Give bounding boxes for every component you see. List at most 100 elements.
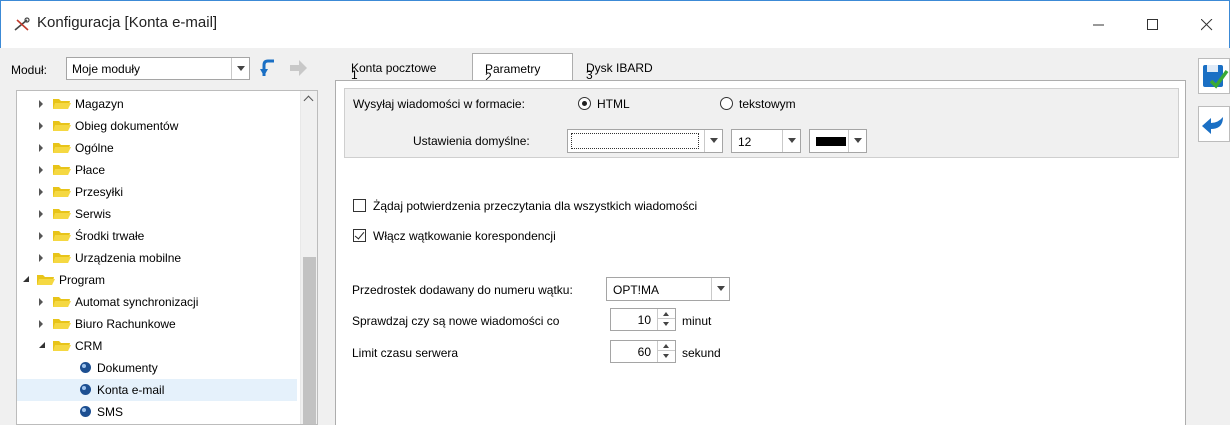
timeout-value: 60 bbox=[637, 345, 651, 359]
tree-expand-icon[interactable] bbox=[39, 254, 43, 262]
tab-label: Parametry bbox=[485, 62, 541, 76]
tree-item[interactable]: SMS bbox=[17, 401, 297, 423]
defaults-label: Ustawienia domyślne: bbox=[413, 134, 530, 148]
tab-label: Dysk IBARD bbox=[586, 61, 653, 75]
forward-button[interactable] bbox=[286, 56, 310, 80]
folder-icon bbox=[53, 297, 71, 307]
format-html-radio[interactable] bbox=[578, 97, 591, 110]
scroll-up-icon[interactable] bbox=[301, 91, 317, 108]
stepper-up-icon[interactable] bbox=[658, 341, 675, 351]
tree-item-label: Dokumenty bbox=[97, 361, 158, 375]
tree-item[interactable]: Środki trwałe bbox=[17, 225, 297, 247]
close-icon bbox=[1201, 19, 1213, 31]
tab-parametry[interactable]: 2 Parametry bbox=[472, 53, 573, 84]
tab-konta-pocztowe[interactable]: 1 Konta pocztowe bbox=[346, 54, 464, 82]
scroll-thumb[interactable] bbox=[303, 257, 316, 424]
timeout-stepper[interactable]: 60 bbox=[610, 340, 676, 363]
tree-item-label: Program bbox=[59, 273, 106, 287]
minimize-button[interactable] bbox=[1077, 9, 1123, 41]
check-interval-value: 10 bbox=[637, 313, 651, 327]
module-select[interactable]: Moje moduły bbox=[66, 57, 250, 80]
tree-item[interactable]: Automat synchronizacji bbox=[17, 291, 297, 313]
folder-icon bbox=[53, 187, 71, 197]
tree-item[interactable]: Magazyn bbox=[17, 93, 297, 115]
tree-collapse-icon[interactable] bbox=[39, 342, 45, 348]
tree-item-label: Płace bbox=[75, 163, 106, 177]
maximize-button[interactable] bbox=[1131, 9, 1177, 41]
tree-scrollbar[interactable] bbox=[300, 91, 317, 424]
format-text-label[interactable]: tekstowym bbox=[739, 97, 796, 111]
chevron-down-icon[interactable] bbox=[231, 58, 249, 79]
read-receipt-label[interactable]: Żądaj potwierdzenia przeczytania dla wsz… bbox=[373, 199, 697, 213]
folder-icon bbox=[53, 253, 71, 263]
maximize-icon bbox=[1147, 19, 1158, 30]
tree-item[interactable]: Ogólne bbox=[17, 137, 297, 159]
font-size-value: 12 bbox=[738, 135, 752, 149]
parameters-panel: Wysyłaj wiadomości w formacie: HTML teks… bbox=[335, 80, 1186, 425]
save-disk-icon bbox=[1203, 65, 1229, 89]
chevron-down-icon[interactable] bbox=[704, 130, 722, 152]
tree-item[interactable]: Urządzenia mobilne bbox=[17, 247, 297, 269]
threading-label[interactable]: Włącz wątkowanie korespondencji bbox=[373, 229, 556, 243]
chevron-down-icon[interactable] bbox=[711, 278, 729, 300]
save-button[interactable] bbox=[1198, 58, 1230, 94]
refresh-button[interactable] bbox=[256, 56, 280, 80]
arrow-right-icon bbox=[290, 60, 307, 76]
font-name-field[interactable] bbox=[571, 133, 699, 149]
tree-item[interactable]: Biuro Rachunkowe bbox=[17, 313, 297, 335]
folder-icon bbox=[53, 165, 71, 175]
format-label: Wysyłaj wiadomości w formacie: bbox=[353, 97, 525, 111]
tree-item[interactable]: Obieg dokumentów bbox=[17, 115, 297, 137]
folder-icon bbox=[53, 319, 71, 329]
curved-arrow-icon bbox=[260, 59, 274, 76]
check-interval-stepper[interactable]: 10 bbox=[610, 308, 676, 331]
tree-item[interactable]: CRM bbox=[17, 335, 297, 357]
tree-expand-icon[interactable] bbox=[39, 122, 43, 130]
undo-button[interactable] bbox=[1198, 106, 1230, 142]
check-interval-label: Sprawdzaj czy są nowe wiadomości co bbox=[352, 314, 560, 328]
close-button[interactable] bbox=[1185, 9, 1230, 41]
settings-area: 1 Konta pocztowe 2 Parametry 3 Dysk IBAR… bbox=[332, 48, 1230, 425]
font-size-select[interactable]: 12 bbox=[731, 129, 801, 153]
tree-item[interactable]: Serwis bbox=[17, 203, 297, 225]
tab-label: Konta pocztowe bbox=[351, 61, 437, 75]
color-swatch bbox=[816, 137, 846, 146]
tree-item[interactable]: Konta e-mail bbox=[17, 379, 297, 401]
threading-checkbox[interactable] bbox=[353, 229, 366, 242]
tree-expand-icon[interactable] bbox=[39, 232, 43, 240]
tree-expand-icon[interactable] bbox=[39, 166, 43, 174]
tree-item-label: Biuro Rachunkowe bbox=[75, 317, 176, 331]
check-interval-unit: minut bbox=[682, 314, 712, 328]
format-text-radio[interactable] bbox=[720, 97, 733, 110]
stepper-down-icon[interactable] bbox=[658, 351, 675, 361]
folder-icon bbox=[53, 143, 71, 153]
tree-expand-icon[interactable] bbox=[39, 144, 43, 152]
module-label: Moduł: bbox=[11, 63, 48, 77]
format-html-label[interactable]: HTML bbox=[597, 97, 630, 111]
tree-expand-icon[interactable] bbox=[39, 210, 43, 218]
tree-expand-icon[interactable] bbox=[39, 188, 43, 196]
tree-item[interactable]: Przesyłki bbox=[17, 181, 297, 203]
tree-collapse-icon[interactable] bbox=[23, 276, 29, 282]
font-select[interactable] bbox=[567, 129, 723, 153]
read-receipt-checkbox[interactable] bbox=[353, 199, 366, 212]
font-color-select[interactable] bbox=[809, 129, 867, 153]
prefix-select[interactable]: OPT!MA bbox=[606, 277, 730, 301]
stepper-down-icon[interactable] bbox=[658, 319, 675, 329]
tree-expand-icon[interactable] bbox=[39, 100, 43, 108]
tree-item[interactable]: Program bbox=[17, 269, 297, 291]
stepper-up-icon[interactable] bbox=[658, 309, 675, 319]
tree-item-label: SMS bbox=[97, 405, 124, 419]
tab-dysk-ibard[interactable]: 3 Dysk IBARD bbox=[580, 54, 676, 82]
stepper-buttons[interactable] bbox=[657, 341, 675, 362]
tree-expand-icon[interactable] bbox=[39, 298, 43, 306]
settings-icon bbox=[80, 384, 91, 395]
chevron-down-icon[interactable] bbox=[848, 130, 866, 152]
module-tree[interactable]: Magazyn Obieg dokumentów Ogólne Płace Przesy… bbox=[16, 90, 318, 425]
stepper-buttons[interactable] bbox=[657, 309, 675, 330]
tree-expand-icon[interactable] bbox=[39, 320, 43, 328]
tree-item[interactable]: Dokumenty bbox=[17, 357, 297, 379]
tree-item[interactable]: Płace bbox=[17, 159, 297, 181]
chevron-down-icon[interactable] bbox=[782, 130, 800, 152]
undo-arrow-icon bbox=[1202, 117, 1223, 134]
